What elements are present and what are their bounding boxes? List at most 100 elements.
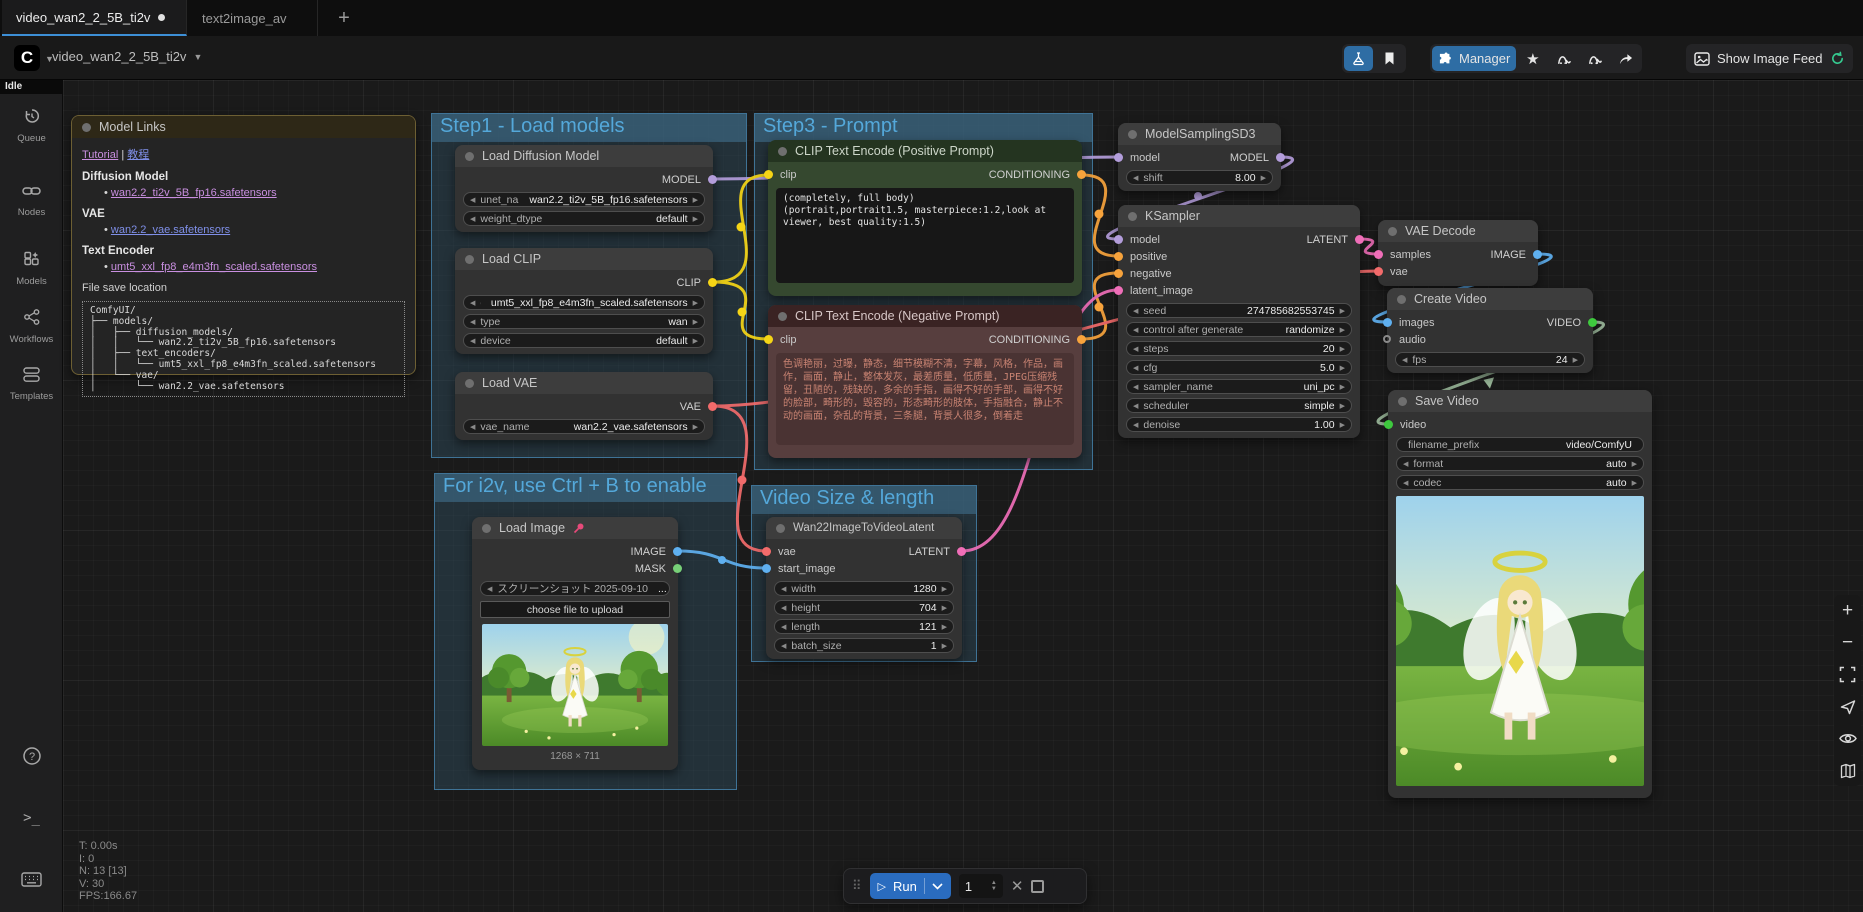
widget-control-after-generate[interactable]: ◀ control after generate randomize▶ bbox=[1126, 322, 1352, 337]
node-vae-decode[interactable]: VAE Decode samples IMAGE vae bbox=[1378, 220, 1538, 286]
input-port-audio[interactable] bbox=[1383, 335, 1391, 343]
widget-batch-size[interactable]: ◀ batch_size 1▶ bbox=[774, 638, 954, 653]
collapse-dot[interactable] bbox=[482, 524, 491, 533]
input-port-vae[interactable] bbox=[1374, 267, 1383, 276]
input-port-positive[interactable] bbox=[1114, 252, 1123, 261]
input-port-start-image[interactable] bbox=[762, 564, 771, 573]
node-wan22-image-to-video-latent[interactable]: Wan22ImageToVideoLatent vae LATENT start… bbox=[766, 517, 962, 659]
collapse-dot[interactable] bbox=[1398, 397, 1407, 406]
sidebar-item-templates[interactable]: Templates bbox=[0, 366, 63, 402]
select-mode-button[interactable] bbox=[1838, 697, 1857, 716]
minimap-button[interactable] bbox=[1838, 761, 1857, 780]
note-node-model-links[interactable]: Model Links Tutorial | 教程 Diffusion Mode… bbox=[71, 115, 416, 375]
node-save-video[interactable]: Save Video video filename_prefix video/C… bbox=[1388, 390, 1652, 798]
collapse-dot[interactable] bbox=[1388, 227, 1397, 236]
node-ksampler[interactable]: KSampler model LATENT positive negative … bbox=[1118, 205, 1360, 438]
widget-type[interactable]: ◀ type wan▶ bbox=[463, 314, 705, 329]
group-title[interactable]: Video Size & length bbox=[752, 486, 976, 514]
output-port-vae[interactable] bbox=[708, 402, 717, 411]
bookmark-button[interactable] bbox=[1375, 46, 1404, 71]
node-load-clip[interactable]: Load CLIP CLIP ◀ clip_... umt5_xxl_fp8_e… bbox=[455, 248, 713, 354]
sidebar-item-models[interactable]: Models bbox=[0, 250, 63, 287]
widget-device[interactable]: ◀ device default▶ bbox=[463, 333, 705, 348]
node-create-video[interactable]: Create Video images VIDEO audio ◀ fps 24… bbox=[1387, 288, 1593, 373]
output-port-model[interactable] bbox=[1276, 153, 1285, 162]
output-port-video[interactable] bbox=[1588, 318, 1597, 327]
collapse-dot[interactable] bbox=[465, 255, 474, 264]
custom-script-button-1[interactable] bbox=[1549, 46, 1578, 71]
terminal-button[interactable]: >_ bbox=[0, 810, 63, 826]
input-port-clip[interactable] bbox=[764, 335, 773, 344]
tutorial-link[interactable]: Tutorial bbox=[82, 149, 118, 161]
widget-image-file[interactable]: ◀ スクリーンショット 2025-09-10 ...▶ bbox=[480, 581, 670, 596]
batch-stepper[interactable]: ▲▼ bbox=[991, 880, 997, 892]
negative-prompt-textarea[interactable]: 色调艳丽，过曝，静态，细节模糊不清，字幕，风格，作品，画作，画面，静止，整体发灰… bbox=[776, 353, 1074, 445]
output-port-conditioning[interactable] bbox=[1077, 170, 1086, 179]
load-image-preview[interactable] bbox=[482, 624, 668, 746]
input-port-model[interactable] bbox=[1114, 153, 1123, 162]
run-options-chevron-icon[interactable] bbox=[932, 883, 943, 890]
text-encoder-link[interactable]: umt5_xxl_fp8_e4m3fn_scaled.safetensors bbox=[111, 261, 317, 273]
batch-count-input[interactable]: 1 ▲▼ bbox=[959, 874, 1003, 898]
input-port-latent-image[interactable] bbox=[1114, 286, 1123, 295]
drag-handle[interactable]: ⠿ bbox=[852, 878, 862, 894]
widget-width[interactable]: ◀ width 1280▶ bbox=[774, 581, 954, 596]
input-port-video[interactable] bbox=[1384, 420, 1393, 429]
widget-filename-prefix[interactable]: filename_prefix video/ComfyU bbox=[1396, 437, 1644, 452]
stop-button[interactable] bbox=[1031, 880, 1044, 893]
output-port-clip[interactable] bbox=[708, 278, 717, 287]
run-button[interactable]: ▷ Run bbox=[870, 873, 951, 899]
group-title[interactable]: For i2v, use Ctrl + B to enable bbox=[435, 474, 736, 502]
toggle-links-button[interactable] bbox=[1838, 729, 1857, 748]
vae-link[interactable]: wan2.2_vae.safetensors bbox=[111, 224, 230, 236]
output-port-latent[interactable] bbox=[1355, 235, 1364, 244]
widget-unet-name[interactable]: ◀ unet_name wan2.2_ti2v_5B_fp16.safetens… bbox=[463, 192, 705, 207]
comfyui-logo[interactable]: C bbox=[14, 45, 40, 71]
tab-text2image[interactable]: text2image_av bbox=[188, 0, 318, 36]
node-load-vae[interactable]: Load VAE VAE ◀ vae_name wan2.2_vae.safet… bbox=[455, 372, 713, 440]
tab-video-wan[interactable]: video_wan2_2_5B_ti2v bbox=[2, 0, 187, 36]
custom-script-button-2[interactable] bbox=[1580, 46, 1609, 71]
widget-codec[interactable]: ◀ codec auto▶ bbox=[1396, 475, 1644, 490]
output-port-conditioning[interactable] bbox=[1077, 335, 1086, 344]
output-port-latent[interactable] bbox=[957, 547, 966, 556]
collapse-dot[interactable] bbox=[776, 524, 785, 533]
help-button[interactable]: ? bbox=[0, 746, 63, 771]
collapse-dot[interactable] bbox=[82, 123, 91, 132]
sidebar-item-workflows[interactable]: Workflows bbox=[0, 308, 63, 345]
collapse-dot[interactable] bbox=[1128, 212, 1137, 221]
save-video-preview[interactable] bbox=[1396, 496, 1644, 786]
input-port-model[interactable] bbox=[1114, 235, 1123, 244]
widget-weight-dtype[interactable]: ◀ weight_dtype default▶ bbox=[463, 211, 705, 226]
widget-scheduler[interactable]: ◀ scheduler simple▶ bbox=[1126, 398, 1352, 413]
widget-format[interactable]: ◀ format auto▶ bbox=[1396, 456, 1644, 471]
widget-steps[interactable]: ◀ steps 20▶ bbox=[1126, 341, 1352, 356]
collapse-dot[interactable] bbox=[778, 147, 787, 156]
collapse-dot[interactable] bbox=[1397, 295, 1406, 304]
output-port-image[interactable] bbox=[673, 547, 682, 556]
widget-sampler-name[interactable]: ◀ sampler_name uni_pc▶ bbox=[1126, 379, 1352, 394]
node-load-diffusion-model[interactable]: Load Diffusion Model MODEL ◀ unet_name w… bbox=[455, 145, 713, 232]
output-port-mask[interactable] bbox=[673, 564, 682, 573]
node-clip-positive[interactable]: CLIP Text Encode (Positive Prompt) clip … bbox=[768, 140, 1082, 296]
widget-fps[interactable]: ◀ fps 24▶ bbox=[1395, 352, 1585, 367]
zoom-out-button[interactable]: − bbox=[1838, 633, 1857, 652]
collapse-dot[interactable] bbox=[778, 312, 787, 321]
input-port-negative[interactable] bbox=[1114, 269, 1123, 278]
choose-file-button[interactable]: choose file to upload bbox=[480, 601, 670, 618]
widget-cfg[interactable]: ◀ cfg 5.0▶ bbox=[1126, 360, 1352, 375]
input-port-vae[interactable] bbox=[762, 547, 771, 556]
show-image-feed-button[interactable]: Show Image Feed bbox=[1688, 46, 1851, 71]
node-model-sampling-sd3[interactable]: ModelSamplingSD3 model MODEL ◀ shift 8.0… bbox=[1118, 123, 1281, 191]
fit-view-button[interactable] bbox=[1838, 665, 1857, 684]
positive-prompt-textarea[interactable]: (completely, full body) (portrait,portra… bbox=[776, 188, 1074, 283]
widget-height[interactable]: ◀ height 704▶ bbox=[774, 600, 954, 615]
manager-button[interactable]: Manager bbox=[1432, 46, 1516, 71]
widget-vae-name[interactable]: ◀ vae_name wan2.2_vae.safetensors▶ bbox=[463, 419, 705, 434]
group-title[interactable]: Step3 - Prompt bbox=[755, 114, 1092, 142]
workflow-name[interactable]: video_wan2_2_5B_ti2v ▼ bbox=[52, 49, 202, 64]
star-button[interactable]: ★ bbox=[1518, 46, 1547, 71]
shortcuts-button[interactable] bbox=[0, 872, 63, 892]
widget-seed[interactable]: ◀ seed 274785682553745▶ bbox=[1126, 303, 1352, 318]
assets-button[interactable] bbox=[1344, 46, 1373, 71]
